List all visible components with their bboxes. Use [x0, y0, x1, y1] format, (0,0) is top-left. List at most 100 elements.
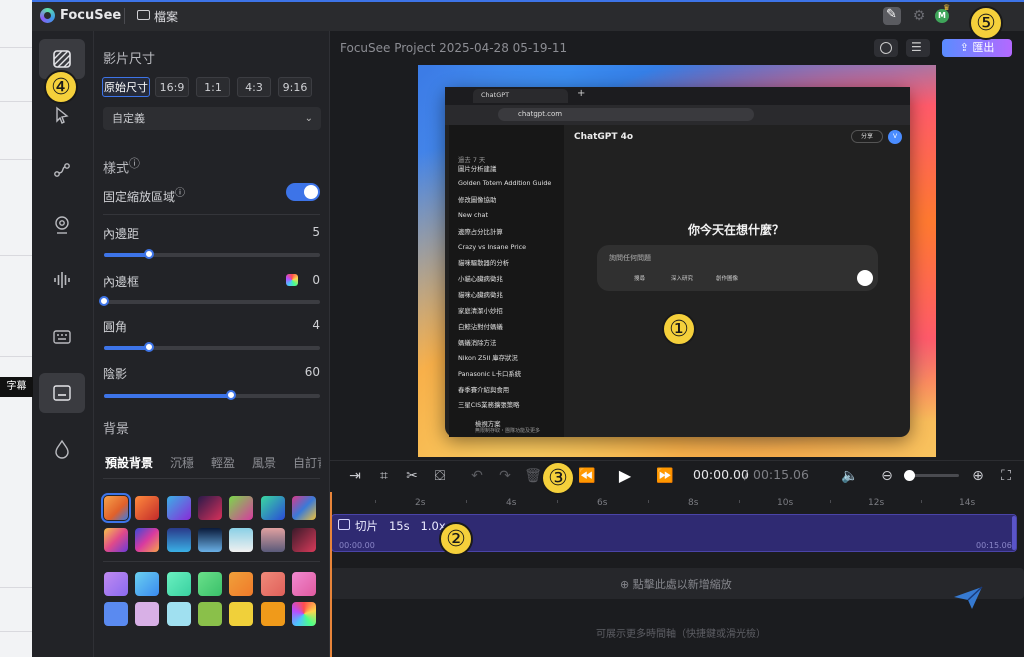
rail-subtitle-tool[interactable] — [39, 373, 85, 413]
size-preset-select[interactable]: 自定義 ⌄ — [103, 107, 321, 130]
annotation-marker-2: ② — [439, 522, 473, 556]
fast-forward-icon[interactable]: ⏩ — [656, 467, 674, 485]
bg-swatch[interactable] — [229, 528, 253, 552]
bg-swatch[interactable] — [198, 572, 222, 596]
audio-wave-icon — [54, 272, 70, 288]
rail-drop-tool[interactable] — [39, 429, 85, 469]
bg-swatch[interactable] — [135, 496, 159, 520]
bg-swatch[interactable] — [261, 602, 285, 626]
bg-swatch[interactable] — [292, 528, 316, 552]
bg-swatch[interactable] — [229, 572, 253, 596]
bg-swatch[interactable] — [104, 528, 128, 552]
scissors-icon[interactable]: ✂ — [403, 467, 421, 485]
ratio-1-1[interactable]: 1:1 — [196, 77, 230, 97]
gpt-prompt-placeholder: 詢問任何問題 — [609, 254, 651, 262]
bg-swatch[interactable] — [167, 602, 191, 626]
bg-tab-default[interactable]: 預設背景 — [105, 454, 153, 471]
video-size-heading: 影片尺寸 — [103, 52, 156, 67]
bg-swatch[interactable] — [229, 602, 253, 626]
bg-swatch[interactable] — [261, 572, 285, 596]
zoom-out-icon[interactable]: ⊖ — [878, 467, 896, 485]
gpt-history-item: 圖片分析建議 — [458, 165, 497, 173]
gpt-history-item: 修改圖像協助 — [458, 196, 497, 204]
bg-tab-custom[interactable]: 自訂背 — [293, 454, 321, 471]
adjust-button[interactable]: ☰ — [906, 39, 930, 57]
playhead[interactable] — [330, 492, 332, 657]
zoom-slider-thumb[interactable] — [904, 470, 915, 481]
bg-swatch[interactable] — [135, 602, 159, 626]
redo-icon[interactable]: ↷ — [496, 467, 514, 485]
bg-swatch[interactable] — [167, 572, 191, 596]
play-icon[interactable]: ▶ — [616, 467, 634, 485]
time-separator: / — [744, 467, 749, 482]
gpt-upgrade-subtitle: 無限制存取・團隊功能及更多 — [475, 428, 541, 434]
fit-timeline-icon[interactable]: ⛶ — [997, 467, 1015, 485]
annotate-pen-button[interactable] — [883, 7, 901, 25]
clip-end-time: 00:15.06 — [976, 541, 1012, 550]
volume-icon[interactable]: 🔈 — [841, 467, 859, 485]
slider-thumb[interactable] — [99, 296, 109, 306]
rail-camera-tool[interactable] — [39, 205, 85, 245]
ratio-4-3[interactable]: 4:3 — [237, 77, 271, 97]
gpt-history-item: 螞蟻消除方法 — [458, 339, 497, 347]
border-slider[interactable] — [99, 296, 320, 306]
trim-icon[interactable]: ⇥ — [346, 467, 364, 485]
corner-slider[interactable] — [104, 342, 320, 352]
folder-icon[interactable] — [137, 10, 150, 20]
ruler-tick: 2s — [415, 498, 426, 508]
clip-label: 切片 15s 1.0x — [355, 519, 446, 533]
ruler-tick: 6s — [597, 498, 608, 508]
bg-swatch-custom-color[interactable] — [292, 602, 316, 626]
file-menu[interactable]: 檔案 — [154, 8, 178, 25]
rail-path-tool[interactable] — [39, 150, 85, 190]
bg-swatch[interactable] — [229, 496, 253, 520]
rail-keyboard-tool[interactable] — [39, 317, 85, 357]
ratio-original[interactable]: 原始尺寸 — [102, 77, 150, 97]
eye-icon — [880, 42, 892, 54]
export-button[interactable]: ⇪ 匯出 — [942, 39, 1012, 57]
annotation-marker-1: ① — [662, 312, 696, 346]
bg-swatch[interactable] — [198, 528, 222, 552]
annotation-marker-5: ⑤ — [969, 6, 1003, 40]
bg-swatch[interactable] — [167, 528, 191, 552]
clip-trim-handle[interactable] — [1012, 516, 1016, 550]
corner-row: 圓角 4 — [103, 318, 320, 334]
bg-tab-calm[interactable]: 沉穩 — [170, 454, 194, 471]
preview-eye-button[interactable] — [874, 39, 898, 57]
rewind-icon[interactable]: ⏪ — [578, 467, 596, 485]
bg-swatch[interactable] — [104, 572, 128, 596]
bg-tab-light[interactable]: 輕盈 — [211, 454, 235, 471]
ratio-9-16[interactable]: 9:16 — [278, 77, 312, 97]
rail-audio-tool[interactable] — [39, 260, 85, 300]
bg-swatch[interactable] — [198, 496, 222, 520]
fixed-zoom-toggle[interactable] — [286, 183, 320, 201]
bg-swatch[interactable] — [135, 572, 159, 596]
bg-swatch[interactable] — [292, 572, 316, 596]
shadow-slider[interactable] — [104, 390, 320, 400]
undo-icon[interactable]: ↶ — [468, 467, 486, 485]
bg-swatch[interactable] — [198, 602, 222, 626]
settings-gear-icon[interactable]: ⚙ — [910, 7, 928, 25]
crop-icon[interactable]: ⌗ — [375, 467, 393, 485]
bg-tab-scenery[interactable]: 風景 — [252, 454, 276, 471]
webcam-icon — [55, 216, 69, 234]
ruler-tick: 10s — [777, 498, 794, 508]
padding-slider[interactable] — [104, 249, 320, 259]
bg-swatch[interactable] — [261, 496, 285, 520]
speed-icon[interactable]: ⛋ — [431, 467, 449, 485]
bg-swatch[interactable] — [101, 493, 131, 523]
bg-swatch[interactable] — [167, 496, 191, 520]
background-heading: 背景 — [103, 422, 130, 437]
sliders-icon: ☰ — [911, 40, 922, 54]
ratio-16-9[interactable]: 16:9 — [155, 77, 189, 97]
bg-swatch[interactable] — [104, 602, 128, 626]
bg-swatch[interactable] — [261, 528, 285, 552]
export-icon: ⇪ — [959, 41, 973, 54]
zoom-in-icon[interactable]: ⊕ — [969, 467, 987, 485]
bg-swatch[interactable] — [135, 528, 159, 552]
delete-icon[interactable]: 🗑 — [524, 467, 542, 485]
annotation-marker-4: ④ — [44, 70, 78, 104]
bg-swatch[interactable] — [292, 496, 316, 520]
color-wheel-icon[interactable] — [286, 274, 298, 286]
outer-window-strip — [0, 0, 32, 657]
